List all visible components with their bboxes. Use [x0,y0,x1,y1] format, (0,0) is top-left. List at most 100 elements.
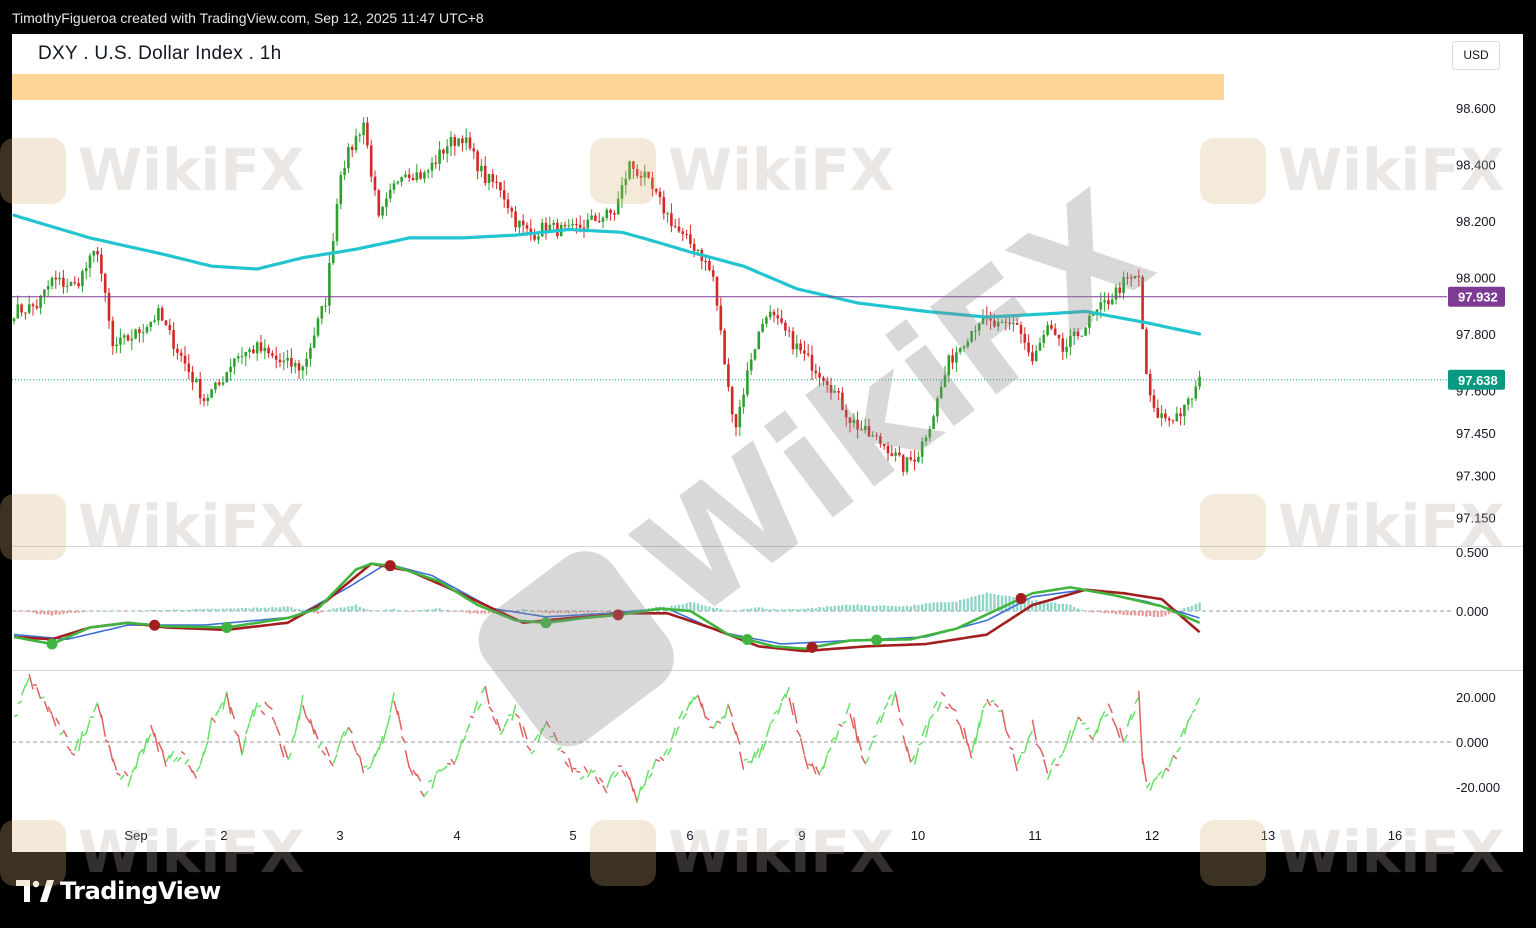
candle-body [692,243,696,251]
oscillator-segment [1077,716,1083,722]
oscillator-segment [381,728,388,744]
time-axis-tick: Sep [124,828,147,843]
oscillator-segment [59,731,64,736]
histogram-bar [913,604,916,611]
oscillator-segment [963,727,969,746]
histogram-bar [871,606,874,611]
candle-body [221,382,225,385]
candle-body [320,306,324,319]
candle-body [476,151,479,172]
histogram-bar [24,610,27,612]
oscillator-segment [929,714,935,720]
histogram-bar [1076,608,1080,611]
oscillator-segment [1172,754,1178,760]
oscillator-segment [1130,711,1136,721]
histogram-bar [753,607,757,611]
oscillator-segment [674,725,680,737]
histogram-bar [180,609,183,611]
candle-body [647,171,650,178]
oscillator-segment [55,717,61,725]
histogram-bar [237,608,240,611]
oscillator-segment [1191,708,1197,714]
histogram-bar [810,607,814,611]
oscillator-segment [879,711,885,724]
candle-body [958,347,962,353]
current-price-label: 97.638 [1458,373,1498,388]
oscillator-segment [1183,719,1189,735]
candle-body [438,149,441,164]
candle-body [172,330,175,349]
oscillator-segment [773,709,779,715]
histogram-bar [92,610,95,612]
candle-body [1129,277,1133,279]
currency-button[interactable]: USD [1452,41,1500,70]
oscillator-segment [309,718,315,735]
candle-body [366,122,369,146]
chart-title: DXY . U.S. Dollar Index . 1h [38,43,282,64]
chart-canvas[interactable]: 98.60098.40098.20098.00097.80097.60097.4… [12,34,1523,852]
histogram-bar [130,610,133,612]
oscillator-segment [74,738,80,751]
candle-body [491,174,495,182]
candle-body [62,277,65,287]
oscillator-segment [1111,717,1117,727]
candle-body [521,220,525,226]
candle-body [738,406,742,428]
candle-body [518,220,521,228]
candle-body [993,320,996,327]
oscillator-segment [845,702,851,715]
candle-body [1114,287,1118,300]
candle-body [974,330,977,332]
oscillator-segment [921,724,927,737]
histogram-bar [1035,600,1038,611]
histogram-bar [104,610,107,612]
histogram-bar [267,607,270,611]
candle-body [377,190,381,216]
candle-body [255,342,259,354]
oscillator-segment [769,718,775,725]
candle-body [1198,376,1201,387]
candle-body [96,251,99,255]
candle-body [404,174,407,178]
candle-body [81,271,84,287]
candle-body [689,234,692,244]
histogram-bar [1149,610,1152,617]
histogram-bar [731,610,734,612]
oscillator-segment [248,708,255,723]
candle-body [198,379,202,399]
oscillator-segment [644,769,650,786]
histogram-bar [689,601,692,611]
candle-body [464,137,468,144]
oscillator-segment [579,775,585,781]
histogram-bar [571,610,574,613]
oscillator-segment [587,768,593,778]
histogram-bar [955,601,958,611]
oscillator-segment [184,758,190,765]
oscillator-segment [1058,753,1064,759]
histogram-bar [1198,602,1201,611]
oscillator-segment [518,722,524,738]
histogram-bar [1118,610,1121,615]
candle-body [312,335,316,348]
oscillator-segment [195,765,201,773]
oscillator-segment [191,770,198,779]
oscillator-segment [948,703,954,710]
candle-body [1034,350,1038,362]
oscillator-segment [670,727,676,742]
chart-panel[interactable]: 98.600 98.400 98.200 98.000 97.800 97.600 97.4… [12,34,1523,852]
histogram-bar [522,608,525,611]
histogram-bar [845,604,848,611]
candle-body [825,381,829,386]
histogram-bar [259,607,263,611]
oscillator-segment [1107,703,1113,714]
histogram-bar [1084,610,1087,612]
candle-body [449,136,453,147]
candle-body [73,282,77,284]
tradingview-logo[interactable]: TradingView [16,876,221,906]
time-axis-tick: 12 [1145,828,1159,843]
time-axis-tick: 9 [798,828,805,843]
oscillator-segment [419,790,426,798]
histogram-bar [415,610,418,611]
oscillator-segment [1149,779,1155,792]
histogram-bar [989,593,992,611]
